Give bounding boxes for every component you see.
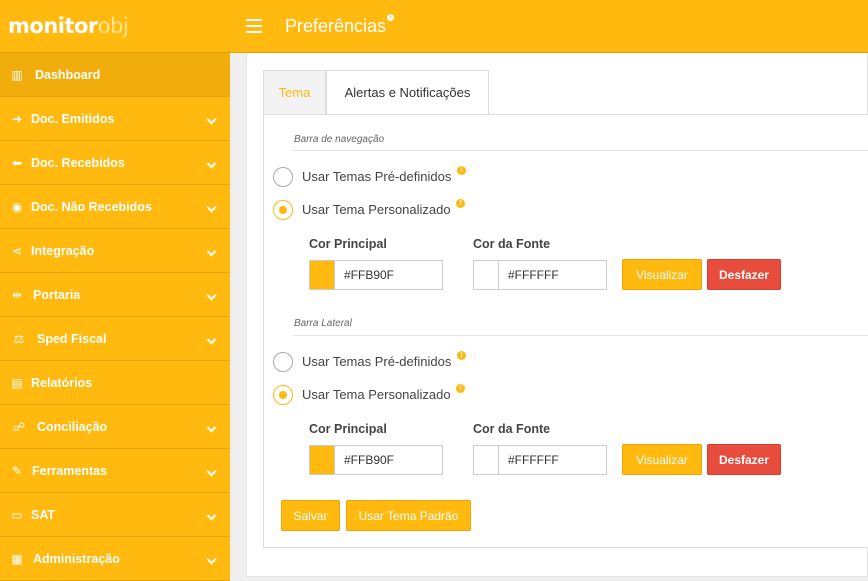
nav-font-color-field[interactable] xyxy=(473,260,607,290)
dot-circle-icon: ◉ xyxy=(11,200,23,214)
sidebar-item-conciliacao[interactable]: ☍ Conciliação xyxy=(0,405,230,449)
nav-font-color-input[interactable] xyxy=(508,267,600,283)
radio-button[interactable] xyxy=(273,385,293,405)
page-title: Preferências xyxy=(285,16,387,36)
chevron-down-icon xyxy=(206,202,217,213)
chevron-down-icon xyxy=(206,114,217,125)
sidebar-item-label: Doc. Recebidos xyxy=(31,156,125,170)
color-swatch[interactable] xyxy=(310,446,335,474)
radio-button[interactable] xyxy=(273,200,293,220)
side-preview-button[interactable]: Visualizar xyxy=(622,444,702,475)
info-icon[interactable]: i xyxy=(387,14,394,21)
side-font-color-input[interactable] xyxy=(508,452,600,468)
chevron-down-icon xyxy=(206,466,217,477)
logo-primary: monitor xyxy=(8,14,98,38)
tab-tema[interactable]: Tema xyxy=(263,70,326,115)
radio-button[interactable] xyxy=(273,167,293,187)
sidebar: ▥ Dashboard ➔ Doc. Emitidos ⬅ Doc. Receb… xyxy=(0,53,230,581)
sidebar-item-doc-recebidos[interactable]: ⬅ Doc. Recebidos xyxy=(0,141,230,185)
side-main-color-field[interactable] xyxy=(309,445,443,475)
nav-preview-button[interactable]: Visualizar xyxy=(622,259,702,290)
save-button[interactable]: Salvar xyxy=(281,500,340,531)
sidebar-item-ferramentas[interactable]: ✎ Ferramentas xyxy=(0,449,230,493)
sidebar-item-label: Portaria xyxy=(33,288,81,302)
side-font-color-field[interactable] xyxy=(473,445,607,475)
section-divider xyxy=(293,150,868,151)
top-navbar: monitorobj Preferências i xyxy=(0,0,868,53)
sidebar-item-administracao[interactable]: ▦ Administração xyxy=(0,537,230,581)
color-swatch[interactable] xyxy=(474,446,499,474)
chevron-down-icon xyxy=(206,246,217,257)
radio-label: Usar Tema Personalizado xyxy=(302,387,451,402)
sidebar-item-relatorios[interactable]: ▤ Relatórios xyxy=(0,361,230,405)
chevron-down-icon xyxy=(206,554,217,565)
sidebar-item-label: Integração xyxy=(31,244,95,258)
sidebar-item-label: Relatórios xyxy=(31,376,93,390)
chevron-down-icon xyxy=(206,158,217,169)
sidebar-item-label: Dashboard xyxy=(35,68,101,82)
tab-alertas-notificacoes[interactable]: Alertas e Notificações xyxy=(326,70,489,115)
sidebar-item-sped-fiscal[interactable]: ⚖ Sped Fiscal xyxy=(0,317,230,361)
sidebar-item-sat[interactable]: ▭ SAT xyxy=(0,493,230,537)
side-undo-button[interactable]: Desfazer xyxy=(707,444,781,475)
side-main-color-input[interactable] xyxy=(344,452,436,468)
info-icon[interactable]: ! xyxy=(457,166,466,175)
chevron-down-icon xyxy=(206,290,217,301)
radio-label: Usar Tema Personalizado xyxy=(302,202,451,217)
side-main-color-label: Cor Principal xyxy=(309,422,387,436)
chevron-down-icon xyxy=(206,422,217,433)
default-theme-button[interactable]: Usar Tema Padrão xyxy=(346,500,471,531)
sidebar-item-dashboard[interactable]: ▥ Dashboard xyxy=(0,53,230,97)
signpost-icon: ⇹ xyxy=(11,288,23,302)
bar-chart-icon: ▥ xyxy=(11,68,23,82)
nav-font-color-label: Cor da Fonte xyxy=(473,237,551,251)
sidebar-item-label: Ferramentas xyxy=(32,464,108,478)
printer-icon: ▭ xyxy=(11,508,23,522)
chevron-down-icon xyxy=(206,510,217,521)
sidebar-item-label: Conciliação xyxy=(37,420,108,434)
side-font-color-label: Cor da Fonte xyxy=(473,422,551,436)
radio-label: Usar Temas Pré-definidos xyxy=(302,169,452,184)
chevron-down-icon xyxy=(206,334,217,345)
sidebar-item-portaria[interactable]: ⇹ Portaria xyxy=(0,273,230,317)
info-icon[interactable]: ! xyxy=(456,199,465,208)
arrow-right-circle-icon: ➔ xyxy=(11,112,23,126)
sidebar-item-doc-nao-recebidos[interactable]: ◉ Doc. Não Recebidos xyxy=(0,185,230,229)
radio-button[interactable] xyxy=(273,352,293,372)
hamburger-menu-icon[interactable] xyxy=(246,15,262,35)
sidebar-item-label: Doc. Emitidos xyxy=(31,112,115,126)
sidebar-item-label: Doc. Não Recebidos xyxy=(31,200,152,214)
document-icon: ▤ xyxy=(11,376,23,390)
section-title-barra-lateral: Barra Lateral xyxy=(294,318,352,329)
balance-scale-icon: ⚖ xyxy=(13,332,25,346)
info-icon[interactable]: ! xyxy=(457,351,466,360)
section-divider xyxy=(293,335,868,336)
handshake-icon: ☍ xyxy=(12,420,26,434)
color-swatch[interactable] xyxy=(310,261,335,289)
radio-label: Usar Temas Pré-definidos xyxy=(302,354,452,369)
share-icon: ⋖ xyxy=(11,244,23,258)
briefcase-icon: ▦ xyxy=(11,552,23,566)
sidebar-item-label: Sped Fiscal xyxy=(37,332,107,346)
sidebar-item-label: SAT xyxy=(31,508,56,522)
app-logo[interactable]: monitorobj xyxy=(8,14,129,38)
nav-main-color-label: Cor Principal xyxy=(309,237,387,251)
section-title-barra-navegacao: Barra de navegação xyxy=(294,134,385,145)
info-icon[interactable]: ! xyxy=(456,384,465,393)
sidebar-item-integracao[interactable]: ⋖ Integração xyxy=(0,229,230,273)
nav-main-color-input[interactable] xyxy=(344,267,436,283)
color-swatch[interactable] xyxy=(474,261,499,289)
nav-undo-button[interactable]: Desfazer xyxy=(707,259,781,290)
nav-main-color-field[interactable] xyxy=(309,260,443,290)
arrow-left-circle-icon: ⬅ xyxy=(11,156,23,170)
wrench-icon: ✎ xyxy=(11,464,23,478)
sidebar-item-label: Administração xyxy=(33,552,120,566)
logo-secondary: obj xyxy=(97,14,129,38)
sidebar-item-doc-emitidos[interactable]: ➔ Doc. Emitidos xyxy=(0,97,230,141)
